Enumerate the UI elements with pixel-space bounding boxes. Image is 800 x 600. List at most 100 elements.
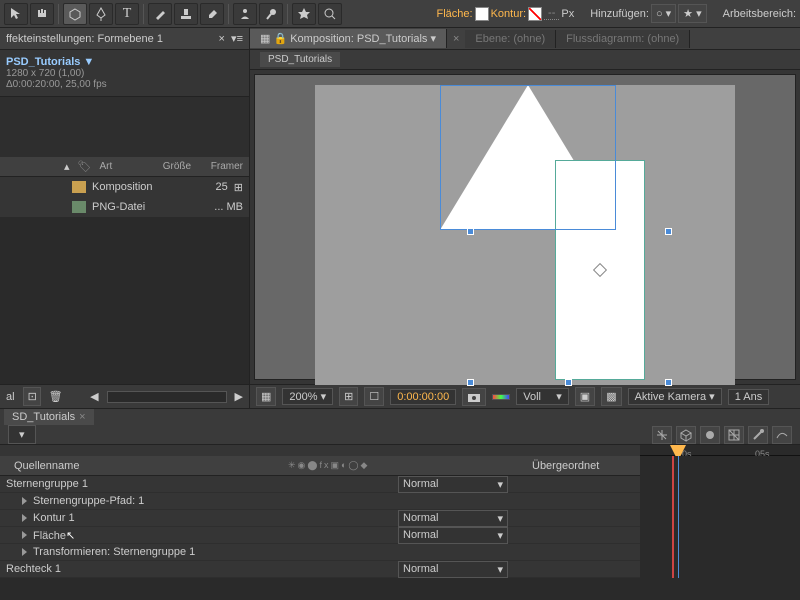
main-row: ffekteinstellungen: Formebene 1× ▾≡ PSD_…: [0, 28, 800, 408]
blur-icon: [703, 428, 717, 442]
left-panel: ffekteinstellungen: Formebene 1× ▾≡ PSD_…: [0, 28, 250, 408]
safe-zones[interactable]: ⊞: [339, 387, 358, 406]
wand-icon: [751, 428, 765, 442]
tag-icon[interactable]: 🏷: [78, 160, 92, 173]
current-time[interactable]: 0:00:00:00: [390, 389, 456, 405]
add-dropdown[interactable]: ○ ▾: [651, 4, 676, 23]
text-t-icon: T: [123, 6, 132, 22]
comp-tab-close[interactable]: ×: [447, 33, 465, 45]
viewer-controls: ▦ 200% ▾ ⊞ ☐ 0:00:00:00 Voll ▾ ▣ ▩ Aktiv…: [250, 384, 800, 408]
text-tool[interactable]: T: [115, 3, 139, 25]
comp-tab[interactable]: ▦ 🔒 Komposition: PSD_Tutorials ▾: [250, 29, 447, 48]
brainstorm-switch[interactable]: [748, 426, 768, 444]
col-source[interactable]: Quellenname: [6, 460, 276, 472]
zoom-select[interactable]: 200% ▾: [282, 388, 333, 405]
expand-arrow-icon[interactable]: [22, 548, 27, 556]
layer-row[interactable]: Rechteck 1Normal▾: [0, 561, 640, 578]
brush-tool[interactable]: [148, 3, 172, 25]
timeline-menu-dropdown[interactable]: ▾: [8, 425, 36, 444]
time-ruler[interactable]: 0s 05s: [640, 445, 800, 456]
search-tool[interactable]: [318, 3, 342, 25]
col-framerate[interactable]: Framer: [211, 161, 243, 172]
project-item-png[interactable]: PNG-Datei ... MB: [0, 197, 249, 217]
snapshot-button[interactable]: [462, 388, 486, 406]
fill-label: Fläche:: [437, 8, 473, 20]
draft3d-switch[interactable]: [652, 426, 672, 444]
selection-tool[interactable]: [4, 3, 28, 25]
hand-icon: [35, 7, 49, 21]
expand-arrow-icon[interactable]: [22, 497, 27, 505]
layer-tab[interactable]: Ebene: (ohne): [465, 30, 556, 48]
scroll-right-icon[interactable]: ▶: [235, 390, 243, 403]
project-header: ▴ 🏷 Art Größe Framer: [0, 157, 249, 177]
mask-toggle[interactable]: ☐: [364, 387, 384, 406]
roi-button[interactable]: ▣: [575, 387, 595, 406]
handle[interactable]: [467, 379, 474, 386]
pen-tool[interactable]: [89, 3, 113, 25]
favorite-tool[interactable]: [292, 3, 316, 25]
comp-subtab[interactable]: PSD_Tutorials: [260, 52, 340, 67]
px-label: Px: [561, 8, 574, 20]
shape-tool[interactable]: [63, 3, 87, 25]
project-item-comp[interactable]: Komposition 25 ⊞: [0, 177, 249, 197]
close-icon[interactable]: ×: [79, 411, 85, 423]
stroke-width-field[interactable]: --: [544, 7, 559, 20]
handle[interactable]: [565, 379, 572, 386]
layer-row[interactable]: Kontur 1Normal▾: [0, 510, 640, 527]
col-parent[interactable]: Übergeordnet: [532, 460, 599, 472]
flowchart-tab[interactable]: Flussdiagramm: (ohne): [556, 30, 690, 48]
project-info: PSD_Tutorials ▼ 1280 x 720 (1,00) Δ0:00:…: [0, 50, 249, 97]
col-type[interactable]: Art: [100, 161, 155, 172]
blend-mode-select[interactable]: Normal▾: [398, 561, 508, 578]
camera-select[interactable]: Aktive Kamera ▾: [628, 388, 722, 405]
frame-blend-switch[interactable]: [724, 426, 744, 444]
blend-mode-select[interactable]: Normal▾: [398, 476, 508, 493]
shy-switch[interactable]: [676, 426, 696, 444]
lock-icon: ▦ 🔒: [260, 33, 287, 45]
view-count[interactable]: 1 Ans: [728, 389, 770, 405]
eraser-icon: [205, 7, 219, 21]
timeline-tracks[interactable]: [640, 456, 800, 578]
channel-button[interactable]: [492, 394, 510, 400]
graph-switch[interactable]: [772, 426, 792, 444]
expand-arrow-icon[interactable]: [22, 514, 27, 522]
flowchart-icon[interactable]: ⊞: [234, 181, 243, 194]
layer-row[interactable]: Sternengruppe-Pfad: 1: [0, 493, 640, 510]
viewport[interactable]: [254, 74, 796, 380]
sort-arrow-icon[interactable]: ▴: [64, 160, 70, 173]
handle[interactable]: [467, 228, 474, 235]
layer-row[interactable]: Sternengruppe 1Normal▾: [0, 476, 640, 493]
h-scrollbar[interactable]: [107, 391, 227, 403]
transparency-grid[interactable]: ▩: [601, 387, 621, 406]
graph-icon: [775, 428, 789, 442]
hand-tool[interactable]: [30, 3, 54, 25]
handle[interactable]: [665, 379, 672, 386]
col-size[interactable]: Größe: [163, 161, 203, 172]
scroll-left-icon[interactable]: ◀: [90, 390, 98, 403]
effect-settings-tab[interactable]: ffekteinstellungen: Formebene 1× ▾≡: [0, 28, 249, 50]
grid-toggle[interactable]: ▦: [256, 387, 276, 406]
layer-row[interactable]: Fläche↖Normal▾: [0, 527, 640, 544]
moblur-switch[interactable]: [700, 426, 720, 444]
eraser-tool[interactable]: [200, 3, 224, 25]
add-star-dropdown[interactable]: ★ ▾: [678, 4, 706, 23]
handle[interactable]: [665, 228, 672, 235]
resolution-select[interactable]: Voll ▾: [516, 388, 569, 405]
stamp-tool[interactable]: [174, 3, 198, 25]
puppet-tool[interactable]: [259, 3, 283, 25]
bpc-button[interactable]: ⊡: [23, 387, 41, 406]
layer-row[interactable]: Transformieren: Sternengruppe 1: [0, 544, 640, 561]
blend-mode-select[interactable]: Normal▾: [398, 510, 508, 527]
fill-swatch[interactable]: [475, 7, 489, 21]
rotobrush-tool[interactable]: [233, 3, 257, 25]
blend-mode-select[interactable]: Normal▾: [398, 527, 508, 544]
expand-arrow-icon[interactable]: [22, 531, 27, 539]
playhead-line[interactable]: [678, 456, 679, 578]
trash-icon[interactable]: 🗑: [49, 390, 63, 403]
comp-dimensions: 1280 x 720 (1,00): [6, 68, 243, 79]
stroke-swatch[interactable]: [528, 7, 542, 21]
comp-name-link[interactable]: PSD_Tutorials ▼: [6, 56, 243, 68]
footer-label: al: [6, 391, 15, 403]
timeline-tab[interactable]: SD_Tutorials×: [4, 409, 94, 425]
work-area-start[interactable]: [672, 456, 674, 578]
